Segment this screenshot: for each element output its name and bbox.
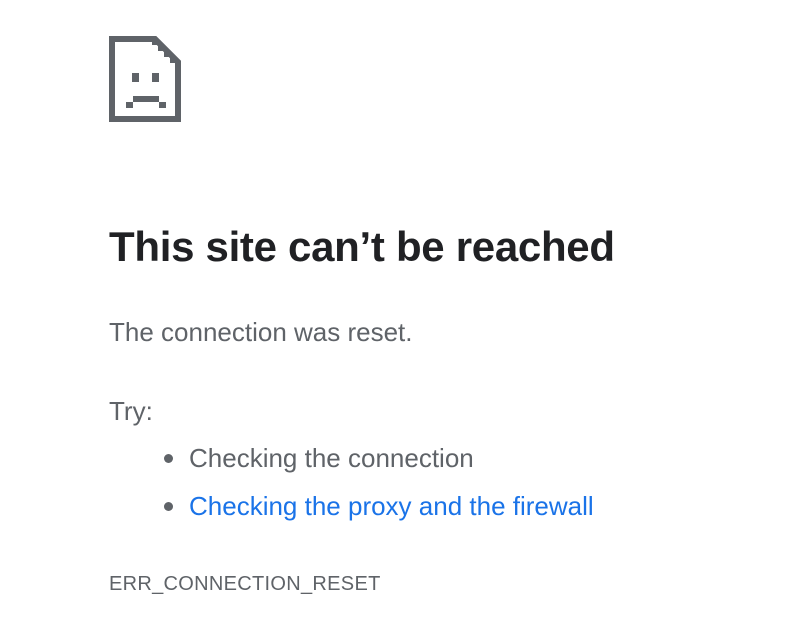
bullet-icon [164,454,173,463]
sad-document-icon [109,36,181,122]
suggestions-list: Checking the connection Checking the pro… [160,442,594,538]
suggestion-item-connection: Checking the connection [160,442,594,490]
try-label: Try: [109,396,153,426]
error-code: ERR_CONNECTION_RESET [109,573,381,595]
suggestion-item-proxy-firewall: Checking the proxy and the firewall [160,490,594,538]
bullet-icon [164,502,173,511]
error-message: The connection was reset. [109,317,413,347]
page-title: This site can’t be reached [109,223,615,270]
suggestion-text: Checking the connection [189,443,474,473]
proxy-firewall-link[interactable]: Checking the proxy and the firewall [189,491,594,521]
